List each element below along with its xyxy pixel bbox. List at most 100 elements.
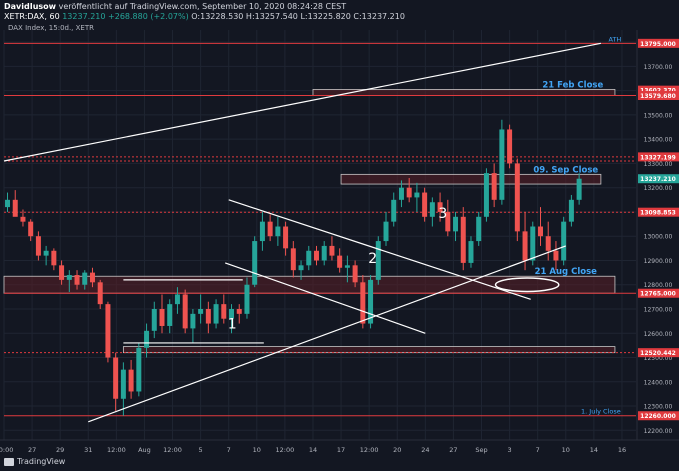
candle-body <box>414 192 420 198</box>
tradingview-logo[interactable]: TradingView <box>4 457 65 466</box>
price-tick-label: 12800.00 <box>644 282 673 289</box>
candle-body <box>468 241 474 263</box>
candle-body <box>221 304 227 319</box>
time-tick-label: 12:00 <box>276 446 295 454</box>
candle-body <box>545 236 551 251</box>
candle-body <box>275 226 281 237</box>
candle-body <box>236 308 242 314</box>
candle-body <box>360 282 366 324</box>
level-label: ATH <box>609 35 622 43</box>
candle-body <box>89 272 95 283</box>
time-tick-label: 14 <box>309 446 317 454</box>
candle-body <box>28 221 34 237</box>
candle-body <box>507 129 513 164</box>
candle-body <box>453 216 459 232</box>
support-resistance-zone[interactable] <box>3 275 616 294</box>
time-tick-label: 12:00 <box>107 446 126 454</box>
candle-body <box>499 129 505 200</box>
time-tick-label: 10 <box>562 446 570 454</box>
candle-body <box>429 202 435 217</box>
chart-background <box>0 0 679 471</box>
time-tick-label: 29 <box>56 446 64 454</box>
time-tick-label: 00:00 <box>0 446 13 454</box>
time-tick-label: 16 <box>618 446 626 454</box>
candle-body <box>561 221 567 261</box>
candle-body <box>568 199 574 222</box>
price-marker-label: 13795.000 <box>640 41 676 48</box>
time-tick-label: Sep <box>475 446 487 454</box>
candle-body <box>97 282 103 305</box>
candle-body <box>113 357 119 399</box>
candle-body <box>174 294 180 305</box>
candle-body <box>383 221 389 242</box>
zone-label: 09. Sep Close <box>533 165 598 175</box>
candle-body <box>259 221 265 242</box>
time-tick-label: 20 <box>393 446 401 454</box>
candle-body <box>136 347 142 392</box>
ohlc-values: O:13228.530 H:13257.540 L:13225.820 C:13… <box>191 12 405 21</box>
support-resistance-zone[interactable] <box>340 173 602 185</box>
price-tick-label: 12400.00 <box>644 379 673 386</box>
support-resistance-zone[interactable] <box>122 346 616 354</box>
candle-body <box>20 216 26 222</box>
price-marker-label: 12520.442 <box>640 350 676 357</box>
time-tick-label: 3 <box>508 446 512 454</box>
candle-body <box>537 226 543 237</box>
time-tick-label: 14 <box>590 446 598 454</box>
candle-body <box>82 272 88 285</box>
price-marker-label: 12765.000 <box>640 291 676 298</box>
candle-body <box>105 304 111 358</box>
level-label: 1. July Close <box>581 408 621 416</box>
candle-body <box>313 250 319 261</box>
time-tick-label: 5 <box>199 446 203 454</box>
price-tick-label: 13300.00 <box>644 161 673 168</box>
candle-body <box>167 304 173 326</box>
brand-name: TradingView <box>17 457 66 466</box>
candle-body <box>283 226 289 249</box>
price-chart[interactable]: 00:00 27 29 31 12:00 Aug 12:00 5 7 10 12:00 14 17 12:… <box>0 0 679 471</box>
candle-body <box>43 250 49 256</box>
candle-body <box>144 330 150 348</box>
candle-body <box>190 313 196 329</box>
candle-body <box>530 226 536 261</box>
time-tick-label: 17 <box>337 446 345 454</box>
candle-body <box>352 265 358 283</box>
candle-body <box>213 304 219 324</box>
candle-body <box>35 236 41 256</box>
time-tick-label: 12:00 <box>360 446 379 454</box>
candle-body <box>321 245 327 261</box>
price-marker-label: 13327.199 <box>640 154 676 161</box>
candle-body <box>12 199 18 217</box>
time-tick-label: 31 <box>84 446 92 454</box>
price-tick-label: 13500.00 <box>644 112 673 119</box>
time-tick-label: Aug <box>138 446 151 454</box>
author-name[interactable]: DavidIusow <box>4 2 56 11</box>
candle-body <box>398 187 404 200</box>
candle-body <box>66 275 72 280</box>
symbol-line: XETR:DAX, 60 13237.210 +268.880 (+2.07%)… <box>4 12 405 22</box>
symbol-name[interactable]: XETR:DAX, 60 <box>4 12 60 21</box>
tradingview-icon <box>4 457 14 466</box>
candle-body <box>74 275 80 285</box>
candle-body <box>422 192 428 217</box>
publisher-line: DavidIusow veröffentlicht auf TradingVie… <box>4 2 346 12</box>
price-tick-label: 12600.00 <box>644 331 673 338</box>
candle-body <box>151 308 157 331</box>
candle-body <box>120 369 126 399</box>
published-info: veröffentlicht auf TradingView.com, Sept… <box>58 2 347 11</box>
time-tick-label: 12:00 <box>163 446 182 454</box>
price-marker-label: 13098.853 <box>640 210 676 217</box>
candle-body <box>460 216 466 263</box>
candle-body <box>290 248 296 271</box>
candle-body <box>51 250 57 266</box>
time-tick-label: 27 <box>449 446 457 454</box>
candle-body <box>344 265 350 268</box>
candle-body <box>329 245 335 256</box>
price-tick-label: 13700.00 <box>644 64 673 71</box>
time-tick-label: 7 <box>227 446 231 454</box>
candle-body <box>306 250 312 266</box>
candle-body <box>406 187 412 198</box>
candle-body <box>553 250 559 261</box>
candle-body <box>205 308 211 324</box>
candle-body <box>391 199 397 222</box>
